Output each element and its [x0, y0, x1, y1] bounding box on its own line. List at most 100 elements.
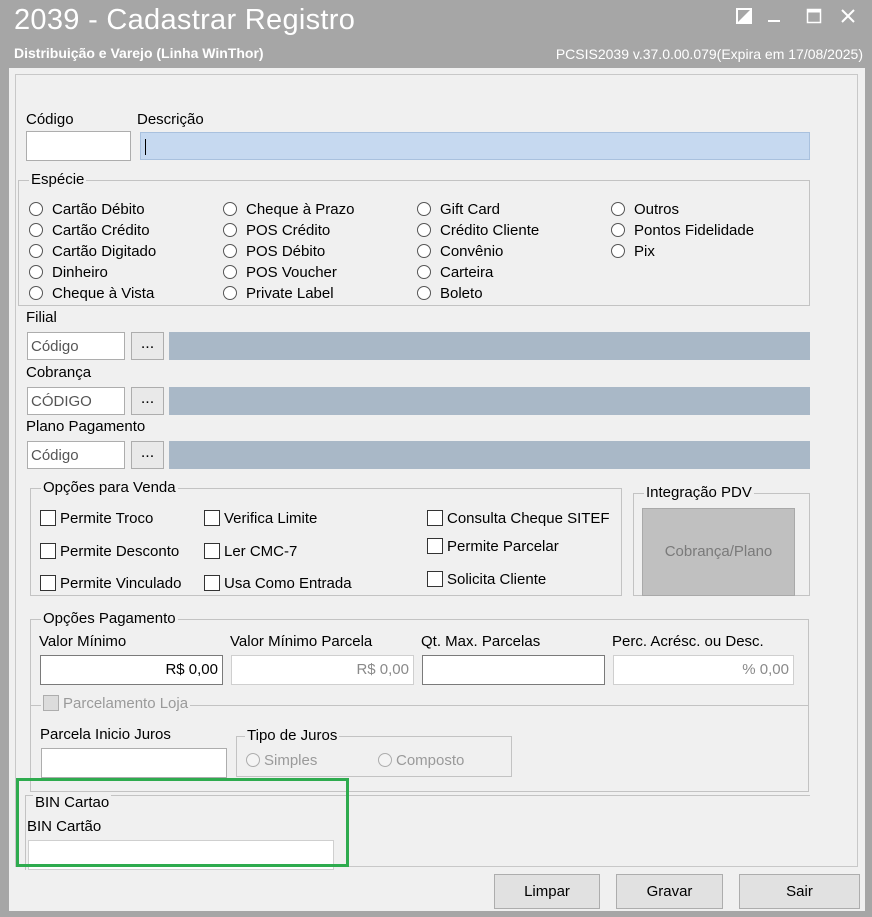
close-icon[interactable]: [834, 6, 862, 30]
radio-circle: [223, 202, 237, 216]
radio-convenio[interactable]: Convênio: [417, 243, 503, 260]
filial-lookup-button[interactable]: ...: [131, 332, 164, 360]
integracao-pdv-group: Integração PDV Cobrança/Plano: [633, 484, 810, 596]
radio-cartao-credito[interactable]: Cartão Crédito: [29, 222, 150, 239]
opcoes-venda-group: Opções para Venda Permite Troco Permite …: [30, 479, 622, 596]
cobranca-plano-button[interactable]: Cobrança/Plano: [642, 508, 795, 596]
checkbox-solicita-cliente[interactable]: Solicita Cliente: [427, 571, 546, 588]
valor-minimo-label: Valor Mínimo: [39, 633, 127, 650]
radio-circle: [29, 202, 43, 216]
checkbox-box: [204, 543, 220, 559]
radio-pos-voucher[interactable]: POS Voucher: [223, 264, 337, 281]
checkbox-label: Parcelamento Loja: [63, 695, 189, 712]
cobranca-lookup-button[interactable]: ...: [131, 387, 164, 415]
especie-group: Espécie Cartão Débito Cartão Crédito Car…: [18, 171, 810, 306]
radio-label: Dinheiro: [52, 264, 108, 281]
checkbox-label: Verifica Limite: [224, 510, 318, 527]
radio-circle: [223, 265, 237, 279]
radio-circle: [417, 202, 431, 216]
client-area: Código Descrição Espécie Cartão Débito C…: [9, 68, 865, 911]
radio-label: Composto: [396, 752, 465, 769]
highlight-box: [16, 778, 349, 867]
checkbox-label: Ler CMC-7: [224, 543, 298, 560]
checkbox-ler-cmc7[interactable]: Ler CMC-7: [204, 543, 297, 560]
radio-pos-credito[interactable]: POS Crédito: [223, 222, 330, 239]
minimize-icon[interactable]: [760, 6, 788, 30]
radio-outros[interactable]: Outros: [611, 201, 679, 218]
checkbox-label: Usa Como Entrada: [224, 575, 352, 592]
radio-cheque-prazo[interactable]: Cheque à Prazo: [223, 201, 354, 218]
checkbox-permite-troco[interactable]: Permite Troco: [40, 510, 153, 527]
radio-dinheiro[interactable]: Dinheiro: [29, 264, 108, 281]
checkbox-box: [40, 510, 56, 526]
filial-code-input[interactable]: Código: [27, 332, 125, 360]
radio-circle: [29, 244, 43, 258]
checkbox-box: [204, 510, 220, 526]
radio-pos-debito[interactable]: POS Débito: [223, 243, 325, 260]
qt-max-parcelas-label: Qt. Max. Parcelas: [421, 633, 541, 650]
radio-cartao-digitado[interactable]: Cartão Digitado: [29, 243, 156, 260]
limpar-button[interactable]: Limpar: [494, 874, 600, 909]
radio-circle: [223, 286, 237, 300]
tipo-juros-group: Tipo de Juros Simples Composto: [236, 727, 512, 777]
qt-max-parcelas-input[interactable]: [422, 655, 605, 685]
radio-cheque-vista[interactable]: Cheque à Vista: [29, 285, 154, 302]
radio-credito-cliente[interactable]: Crédito Cliente: [417, 222, 539, 239]
radio-label: POS Crédito: [246, 222, 331, 239]
radio-label: Private Label: [246, 285, 334, 302]
checkbox-label: Permite Vinculado: [60, 575, 182, 592]
checkbox-box: [204, 575, 220, 591]
cobranca-label: Cobrança: [26, 364, 92, 381]
cobranca-placeholder: CÓDIGO: [31, 393, 92, 410]
plano-lookup-button[interactable]: ...: [131, 441, 164, 469]
maximize-icon[interactable]: [800, 6, 828, 30]
radio-simples[interactable]: Simples: [246, 752, 317, 769]
filial-description-field: [169, 332, 810, 360]
parcela-inicio-juros-label: Parcela Inicio Juros: [40, 726, 171, 743]
radio-label: Cartão Digitado: [52, 243, 157, 260]
title-bar: 2039 - Cadastrar Registro Distribuição e…: [0, 0, 872, 68]
plano-placeholder: Código: [31, 447, 79, 464]
radio-label: Gift Card: [440, 201, 501, 218]
radio-pix[interactable]: Pix: [611, 243, 655, 260]
text-cursor: [145, 139, 146, 155]
checkbox-permite-vinculado[interactable]: Permite Vinculado: [40, 575, 181, 592]
radio-private-label[interactable]: Private Label: [223, 285, 334, 302]
radio-cartao-debito[interactable]: Cartão Débito: [29, 201, 145, 218]
gravar-button[interactable]: Gravar: [616, 874, 723, 909]
tipo-juros-title: Tipo de Juros: [245, 727, 340, 744]
checkbox-consulta-cheque-sitef[interactable]: Consulta Cheque SITEF: [427, 510, 610, 527]
radio-circle: [223, 223, 237, 237]
radio-circle: [246, 753, 260, 767]
checkbox-permite-desconto[interactable]: Permite Desconto: [40, 543, 179, 560]
restore-icon[interactable]: [730, 6, 758, 30]
radio-label: Boleto: [440, 285, 483, 302]
radio-gift-card[interactable]: Gift Card: [417, 201, 500, 218]
parcela-inicio-juros-input[interactable]: [41, 748, 227, 778]
opcoes-venda-title: Opções para Venda: [41, 479, 178, 496]
sair-button[interactable]: Sair: [739, 874, 860, 909]
radio-carteira[interactable]: Carteira: [417, 264, 493, 281]
radio-circle: [417, 265, 431, 279]
valor-minimo-input[interactable]: R$ 0,00: [40, 655, 223, 685]
checkbox-parcelamento-loja[interactable]: Parcelamento Loja: [41, 695, 191, 712]
perc-label: Perc. Acrésc. ou Desc.: [612, 633, 764, 650]
plano-code-input[interactable]: Código: [27, 441, 125, 469]
app-window: 2039 - Cadastrar Registro Distribuição e…: [0, 0, 872, 917]
radio-circle: [611, 223, 625, 237]
radio-composto[interactable]: Composto: [378, 752, 464, 769]
descricao-input[interactable]: [140, 132, 810, 160]
codigo-input[interactable]: [26, 131, 131, 161]
checkbox-verifica-limite[interactable]: Verifica Limite: [204, 510, 317, 527]
especie-title: Espécie: [29, 171, 87, 188]
radio-label: Convênio: [440, 243, 504, 260]
radio-boleto[interactable]: Boleto: [417, 285, 483, 302]
integracao-pdv-title: Integração PDV: [644, 484, 754, 501]
radio-pontos-fidelidade[interactable]: Pontos Fidelidade: [611, 222, 754, 239]
checkbox-permite-parcelar[interactable]: Permite Parcelar: [427, 538, 559, 555]
valor-min-parcela-input[interactable]: R$ 0,00: [231, 655, 414, 685]
perc-input[interactable]: % 0,00: [613, 655, 794, 685]
cobranca-code-input[interactable]: CÓDIGO: [27, 387, 125, 415]
checkbox-usa-como-entrada[interactable]: Usa Como Entrada: [204, 575, 352, 592]
valor-minimo-value: R$ 0,00: [165, 661, 218, 678]
